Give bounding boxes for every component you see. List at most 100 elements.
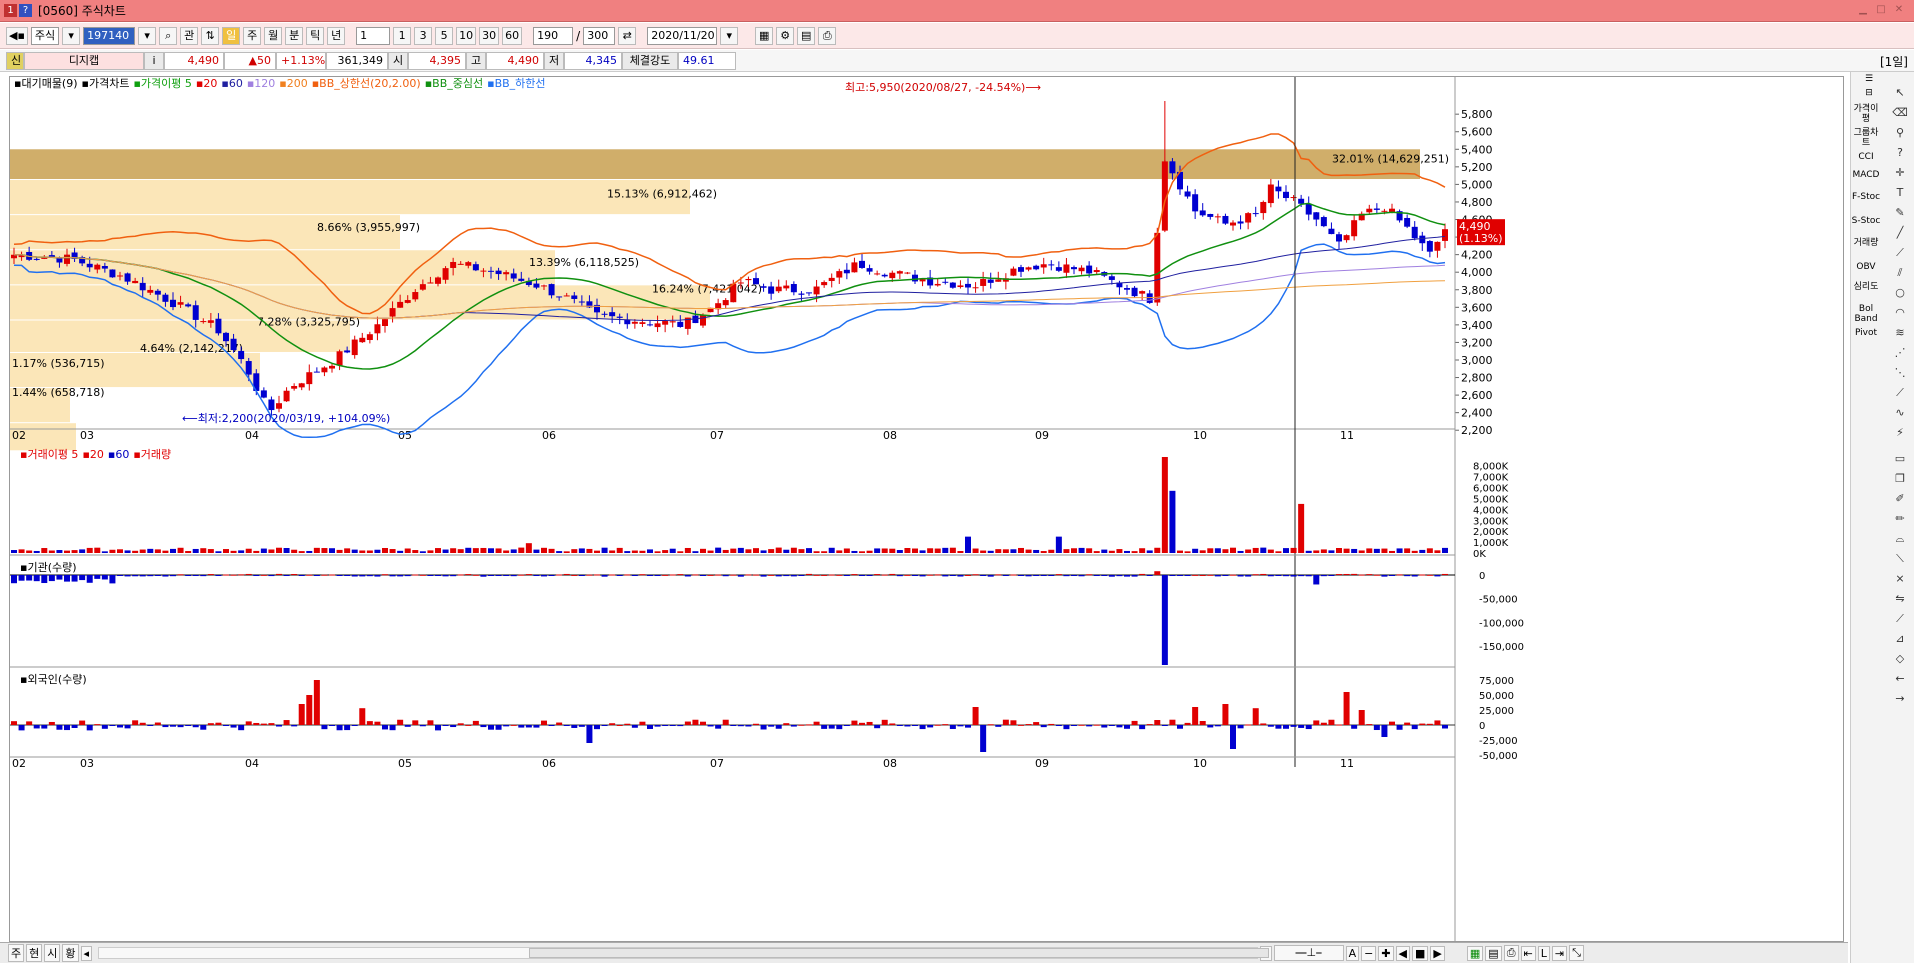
- crosshair-icon[interactable]: ✛: [1889, 166, 1911, 182]
- preset-60-button[interactable]: 60: [502, 26, 523, 45]
- preset-30-button[interactable]: 30: [479, 26, 500, 45]
- stop-icon[interactable]: ■: [1412, 945, 1429, 961]
- arc-icon[interactable]: ◠: [1889, 306, 1911, 322]
- period-tick-button[interactable]: 틱: [306, 26, 325, 45]
- indicator-bol-band[interactable]: Bol Band: [1851, 304, 1881, 324]
- save-icon[interactable]: ▤: [797, 26, 816, 45]
- indicator-group-chart[interactable]: 그룹차트: [1851, 128, 1881, 148]
- zoom-icon[interactable]: ⚲: [1889, 126, 1911, 142]
- slash-icon[interactable]: ⟍: [1889, 552, 1911, 568]
- fwd-icon[interactable]: ⇥: [1551, 945, 1568, 961]
- code-input[interactable]: 197140: [83, 26, 136, 45]
- l-icon[interactable]: L: [1537, 945, 1550, 961]
- gear-icon[interactable]: ⚙: [776, 26, 795, 45]
- date-dropdown-icon[interactable]: ▾: [720, 26, 739, 45]
- channel-icon[interactable]: ⫽: [1889, 266, 1911, 282]
- line-icon[interactable]: ╱: [1889, 226, 1911, 242]
- count-input[interactable]: 190: [533, 26, 574, 45]
- mirror-icon[interactable]: ⇋: [1889, 592, 1911, 608]
- chart-area[interactable]: 32.01% (14,629,251) 15.13% (6,912,462) 8.6…: [9, 76, 1844, 942]
- tab-status[interactable]: 황: [62, 944, 79, 962]
- save2-icon[interactable]: ▤: [1485, 945, 1502, 961]
- edit-icon[interactable]: ✏: [1889, 512, 1911, 528]
- indicator-s-stoc[interactable]: S-Stoc: [1851, 216, 1881, 226]
- copy-icon[interactable]: ❐: [1889, 472, 1911, 488]
- circle-icon[interactable]: ○: [1889, 286, 1911, 302]
- plus-icon[interactable]: ✚: [1378, 945, 1394, 961]
- scroll-left-icon[interactable]: ◂: [80, 945, 93, 961]
- period-week-button[interactable]: 주: [243, 26, 262, 45]
- scrollbar-thumb[interactable]: [529, 948, 1270, 958]
- collapse-icon[interactable]: ⊟: [1854, 88, 1884, 98]
- indicator-cci[interactable]: CCI: [1851, 152, 1881, 162]
- chart-settings-icon[interactable]: ▦: [755, 26, 774, 45]
- indicator-macd[interactable]: MACD: [1851, 170, 1881, 180]
- date-input[interactable]: 2020/11/20: [647, 26, 718, 45]
- text-icon[interactable]: T: [1889, 186, 1911, 202]
- arrow-left-icon[interactable]: ←: [1889, 672, 1911, 688]
- horizontal-scrollbar[interactable]: [98, 947, 1270, 959]
- indicator-psychology[interactable]: 심리도: [1851, 282, 1881, 292]
- back-icon[interactable]: ⇤: [1520, 945, 1536, 961]
- speaker-icon[interactable]: ◀▪: [6, 26, 28, 45]
- preset-10-button[interactable]: 10: [456, 26, 477, 45]
- search-icon[interactable]: ⌕: [159, 26, 178, 45]
- print2-icon[interactable]: ⎙: [1503, 945, 1519, 961]
- period-month-button[interactable]: 월: [264, 26, 283, 45]
- market-select[interactable]: 주식: [30, 26, 60, 45]
- stepper-icon[interactable]: ⇅: [201, 26, 220, 45]
- trend-icon[interactable]: ⟋: [1889, 386, 1911, 402]
- play-icon[interactable]: ▶: [1430, 945, 1445, 961]
- tab-market[interactable]: 시: [44, 944, 61, 962]
- diag-icon[interactable]: ⟋: [1889, 612, 1911, 628]
- gann-icon[interactable]: ⋰: [1889, 346, 1911, 362]
- close-icon[interactable]: ✕: [1892, 3, 1906, 17]
- code-dropdown-icon[interactable]: ▾: [138, 26, 157, 45]
- chart-canvas[interactable]: 32.01% (14,629,251) 15.13% (6,912,462) 8.6…: [10, 77, 1845, 943]
- minimize-icon[interactable]: ▁: [1856, 3, 1870, 17]
- strike-icon[interactable]: ⨯: [1889, 572, 1911, 588]
- excel-icon[interactable]: ▦: [1466, 945, 1484, 961]
- magnet-icon[interactable]: ⌓: [1889, 532, 1911, 548]
- period-day-button[interactable]: 일: [222, 26, 241, 45]
- indicator-pivot[interactable]: Pivot: [1851, 328, 1881, 338]
- refresh-icon[interactable]: ⇄: [618, 26, 637, 45]
- indicator-price-ma[interactable]: 가격이평: [1851, 104, 1881, 124]
- eraser-icon[interactable]: ⌫: [1889, 106, 1911, 122]
- preset-1-button[interactable]: 1: [393, 26, 412, 45]
- wave-icon[interactable]: ∿: [1889, 406, 1911, 422]
- brush-icon[interactable]: ✐: [1889, 492, 1911, 508]
- pencil-icon[interactable]: ✎: [1889, 206, 1911, 222]
- help-icon[interactable]: ?: [19, 4, 32, 17]
- auto-icon[interactable]: ⚡: [1889, 426, 1911, 442]
- indicator-volume[interactable]: 거래량: [1851, 238, 1881, 248]
- ray-icon[interactable]: ⟋: [1889, 246, 1911, 262]
- info-icon[interactable]: i: [144, 51, 164, 70]
- shrink2-icon[interactable]: ⤡: [1569, 945, 1584, 961]
- total-input[interactable]: 300: [583, 26, 616, 45]
- tab-main[interactable]: 주: [8, 944, 25, 962]
- print-icon[interactable]: ⎙: [818, 26, 837, 45]
- app-icon[interactable]: 1: [4, 4, 17, 17]
- preset-5-button[interactable]: 5: [435, 26, 454, 45]
- shapes-icon[interactable]: ◇: [1889, 652, 1911, 668]
- period-year-button[interactable]: 년: [327, 26, 346, 45]
- prev-icon[interactable]: ◀: [1395, 945, 1410, 961]
- minus-icon[interactable]: −: [1361, 945, 1377, 961]
- preset-3-button[interactable]: 3: [414, 26, 433, 45]
- interval-select[interactable]: 1: [356, 26, 391, 45]
- interest-button[interactable]: 관: [180, 26, 199, 45]
- window-icon[interactable]: ▭: [1889, 452, 1911, 468]
- market-dropdown-icon[interactable]: ▾: [62, 26, 81, 45]
- menu-icon[interactable]: ☰: [1854, 74, 1884, 84]
- indicator-f-stoc[interactable]: F-Stoc: [1851, 192, 1881, 202]
- question-icon[interactable]: ?: [1889, 146, 1911, 162]
- maximize-icon[interactable]: □: [1874, 3, 1888, 17]
- fan-icon[interactable]: ⋱: [1889, 366, 1911, 382]
- shrink-icon[interactable]: A: [1345, 945, 1360, 961]
- period-minute-button[interactable]: 분: [285, 26, 304, 45]
- tab-current[interactable]: 현: [26, 944, 43, 962]
- measure-icon[interactable]: ⊿: [1889, 632, 1911, 648]
- cursor-icon[interactable]: ↖: [1889, 86, 1911, 102]
- fibonacci-icon[interactable]: ≋: [1889, 326, 1911, 342]
